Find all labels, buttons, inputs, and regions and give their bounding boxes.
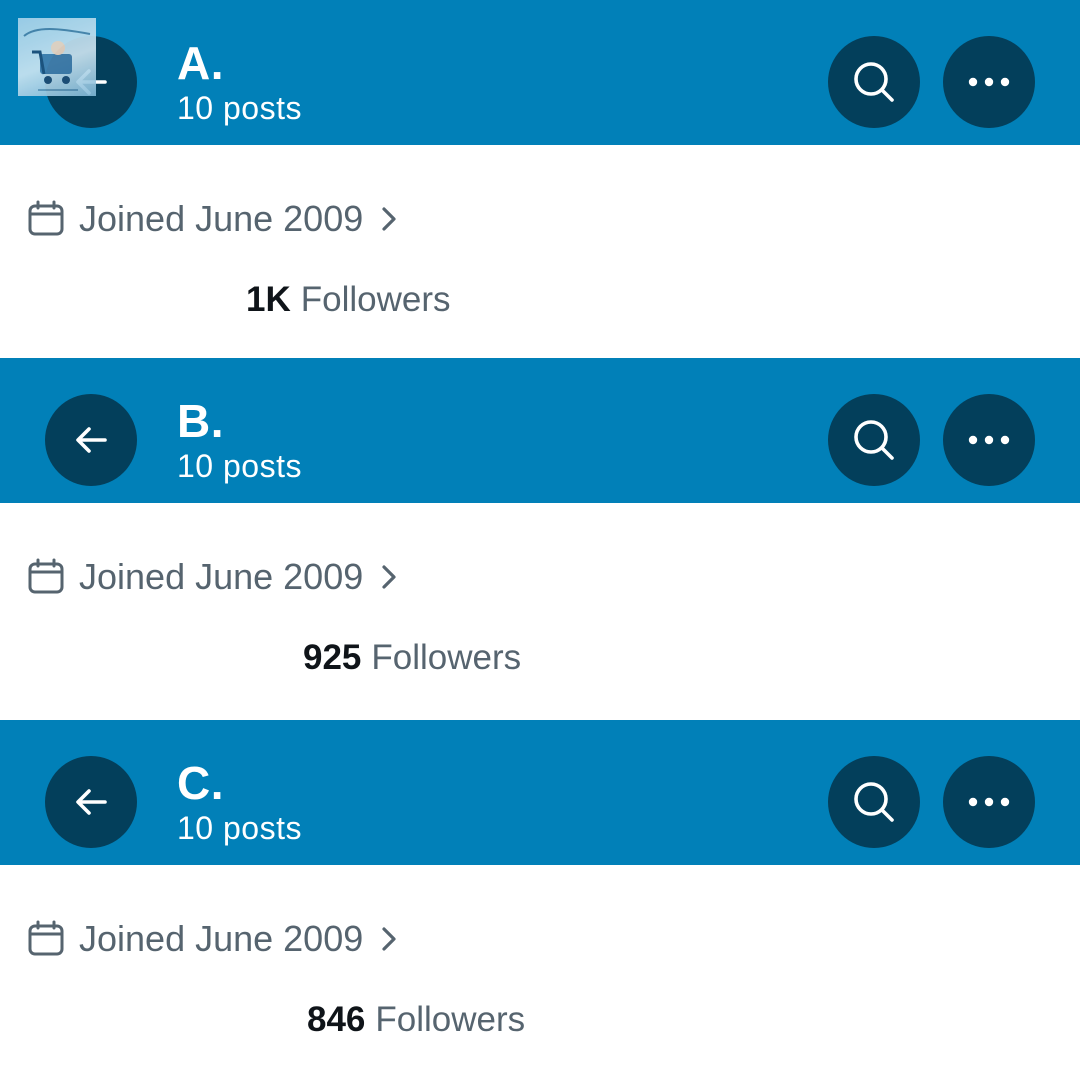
search-icon bbox=[854, 62, 894, 102]
profile-panel-c: C. 10 posts Joined June 2009 846 Followe… bbox=[0, 720, 1080, 1080]
followers-label: Followers bbox=[375, 1000, 526, 1039]
search-button[interactable] bbox=[828, 756, 920, 848]
back-button[interactable] bbox=[45, 394, 137, 486]
posts-count: 10 posts bbox=[177, 448, 302, 484]
followers-label: Followers bbox=[371, 638, 522, 677]
followers-count: 846 bbox=[307, 1000, 366, 1039]
posts-count: 10 posts bbox=[177, 810, 302, 846]
followers-label: Followers bbox=[300, 280, 451, 319]
profile-header: B. 10 posts bbox=[0, 358, 1080, 503]
back-button[interactable] bbox=[45, 756, 137, 848]
search-icon bbox=[854, 782, 894, 822]
joined-date-row[interactable]: Joined June 2009 bbox=[27, 917, 399, 961]
calendar-icon bbox=[28, 558, 64, 594]
search-button[interactable] bbox=[828, 394, 920, 486]
posts-count: 10 posts bbox=[177, 90, 302, 126]
profile-header: A. 10 posts bbox=[0, 0, 1080, 145]
profile-name: C. bbox=[177, 757, 224, 809]
search-button[interactable] bbox=[828, 36, 920, 128]
more-button[interactable] bbox=[943, 394, 1035, 486]
back-arrow-icon bbox=[76, 427, 107, 453]
followers-count: 925 bbox=[303, 638, 362, 677]
calendar-icon bbox=[28, 200, 64, 236]
joined-date-row[interactable]: Joined June 2009 bbox=[27, 555, 399, 599]
watermark-logo bbox=[18, 18, 96, 96]
chevron-right-icon bbox=[382, 565, 396, 589]
profile-header: C. 10 posts bbox=[0, 720, 1080, 865]
joined-date: Joined June 2009 bbox=[79, 918, 364, 959]
more-icon bbox=[968, 435, 1010, 445]
profile-panel-a: A. 10 posts Joined June 2009 1K Follower… bbox=[0, 0, 1080, 360]
followers-link[interactable]: 1K Followers bbox=[246, 282, 451, 317]
more-icon bbox=[968, 77, 1010, 87]
profile-panel-b: B. 10 posts Joined June 2009 925 Followe… bbox=[0, 358, 1080, 718]
more-button[interactable] bbox=[943, 756, 1035, 848]
profile-name: B. bbox=[177, 395, 224, 447]
followers-link[interactable]: 846 Followers bbox=[307, 1002, 525, 1037]
joined-date-row[interactable]: Joined June 2009 bbox=[27, 197, 399, 241]
back-arrow-icon bbox=[76, 789, 107, 815]
followers-link[interactable]: 925 Followers bbox=[303, 640, 521, 675]
calendar-icon bbox=[28, 920, 64, 956]
chevron-right-icon bbox=[382, 207, 396, 231]
search-icon bbox=[854, 420, 894, 460]
watermark-cart-icon bbox=[23, 28, 91, 91]
more-icon bbox=[968, 797, 1010, 807]
joined-date: Joined June 2009 bbox=[79, 198, 364, 239]
chevron-right-icon bbox=[382, 927, 396, 951]
followers-count: 1K bbox=[246, 280, 291, 319]
more-button[interactable] bbox=[943, 36, 1035, 128]
profile-name: A. bbox=[177, 37, 224, 89]
joined-date: Joined June 2009 bbox=[79, 556, 364, 597]
